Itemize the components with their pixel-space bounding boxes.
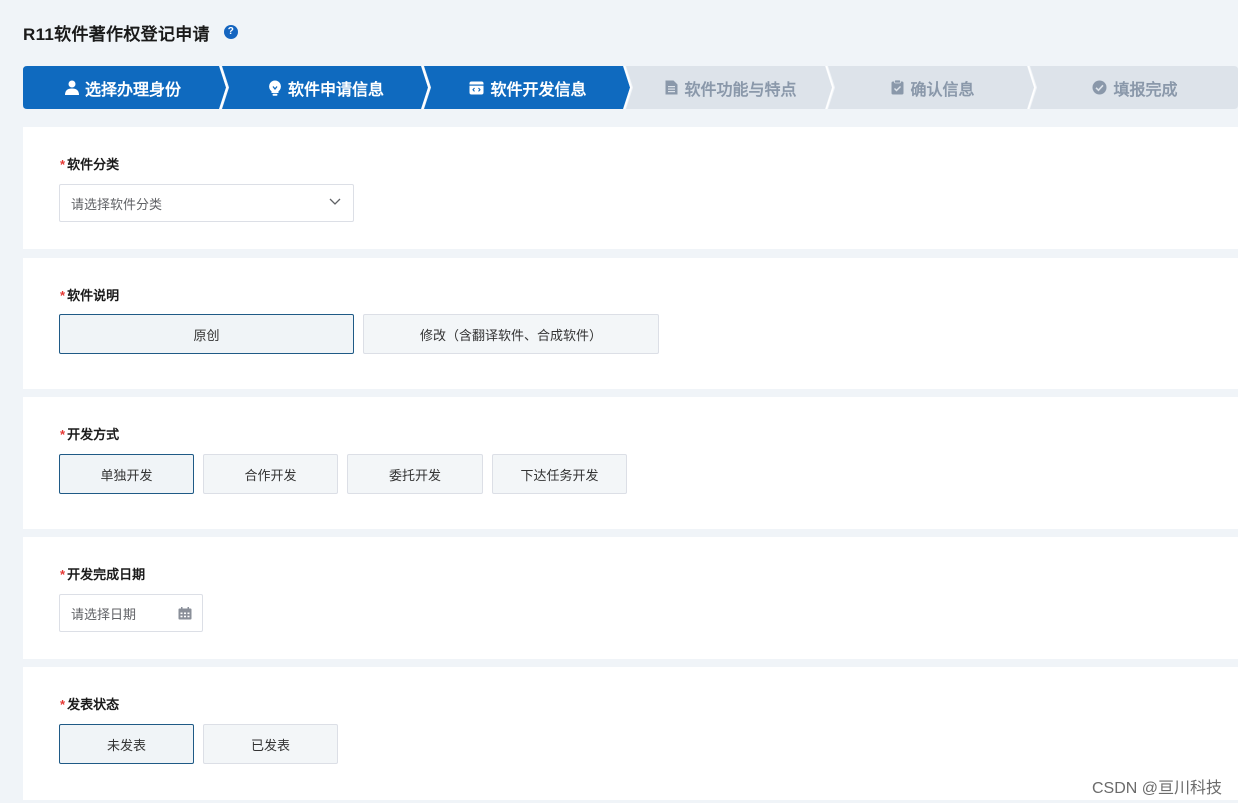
chevron-down-icon [329,198,341,205]
calendar-icon[interactable] [178,607,192,620]
page-title: R11软件著作权登记申请 [23,24,210,44]
required-mark: * [60,567,66,582]
step-confirm[interactable]: 确认信息 [833,66,1033,109]
dev-method-option-assigned[interactable]: 下达任务开发 [492,454,627,494]
dev-method-option-independent[interactable]: 单独开发 [59,454,194,494]
required-mark: * [60,157,66,172]
dev-method-option-commissioned[interactable]: 委托开发 [347,454,483,494]
description-option-modified[interactable]: 修改（含翻译软件、合成软件） [363,314,659,354]
step-label: 软件申请信息 [287,81,384,99]
help-icon[interactable]: ? [223,25,238,39]
step-complete[interactable]: 填报完成 [1035,66,1235,109]
step-label: 选择办理身份 [84,81,181,99]
completion-date-label: * 开发完成日期 [60,564,145,583]
category-card: * 软件分类 请选择软件分类 [23,127,1238,249]
step-label: 确认信息 [910,81,975,99]
description-label-text: 软件说明 [67,288,120,303]
watermark: CSDN @亘川科技 [1091,780,1222,797]
user-icon [64,80,79,95]
publish-status-card: * 发表状态 未发表 已发表 [23,667,1238,800]
publish-option-published[interactable]: 已发表 [203,724,338,764]
step-select-identity[interactable]: 选择办理身份 [23,66,223,109]
completion-date-input[interactable]: 请选择日期 [59,594,203,632]
required-mark: * [60,697,66,712]
required-mark: * [60,427,66,442]
publish-status-label: * 发表状态 [60,694,119,713]
dev-method-card: * 开发方式 单独开发 合作开发 委托开发 下达任务开发 [23,397,1238,529]
description-card: * 软件说明 原创 修改（含翻译软件、合成软件） [23,258,1238,389]
title-row: R11软件著作权登记申请 ? [23,19,238,45]
step-development-info[interactable]: 软件开发信息 [428,66,628,109]
step-features[interactable]: 软件功能与特点 [631,66,831,109]
completion-date-label-text: 开发完成日期 [67,567,146,582]
document-icon [665,80,678,95]
category-select[interactable]: 请选择软件分类 [59,184,354,222]
completion-date-card: * 开发完成日期 请选择日期 [23,537,1238,659]
category-label-text: 软件分类 [67,157,120,172]
clipboard-check-icon [891,80,904,95]
publish-status-label-text: 发表状态 [67,697,120,712]
description-label: * 软件说明 [60,285,119,304]
dev-method-label: * 开发方式 [60,424,119,443]
dev-method-option-cooperative[interactable]: 合作开发 [203,454,338,494]
step-label: 软件开发信息 [490,81,587,99]
code-window-icon [469,81,484,94]
progress-stepper: 选择办理身份 软件申请信息 软件开发信息 软件功能与特点 确认信息 填报完成 [23,66,1238,109]
category-label: * 软件分类 [60,154,119,173]
check-circle-icon [1092,80,1107,95]
step-label: 软件功能与特点 [684,81,797,99]
step-label: 填报完成 [1113,81,1178,99]
description-option-original[interactable]: 原创 [59,314,354,354]
date-placeholder: 请选择日期 [71,606,137,622]
lightbulb-icon [269,80,281,96]
category-placeholder: 请选择软件分类 [71,196,163,212]
required-mark: * [60,288,66,303]
dev-method-label-text: 开发方式 [67,427,120,442]
publish-option-unpublished[interactable]: 未发表 [59,724,194,764]
page: R11软件著作权登记申请 ? 选择办理身份 软件申请信息 软件开发信息 软件功能… [0,0,1238,803]
step-application-info[interactable]: 软件申请信息 [226,66,426,109]
